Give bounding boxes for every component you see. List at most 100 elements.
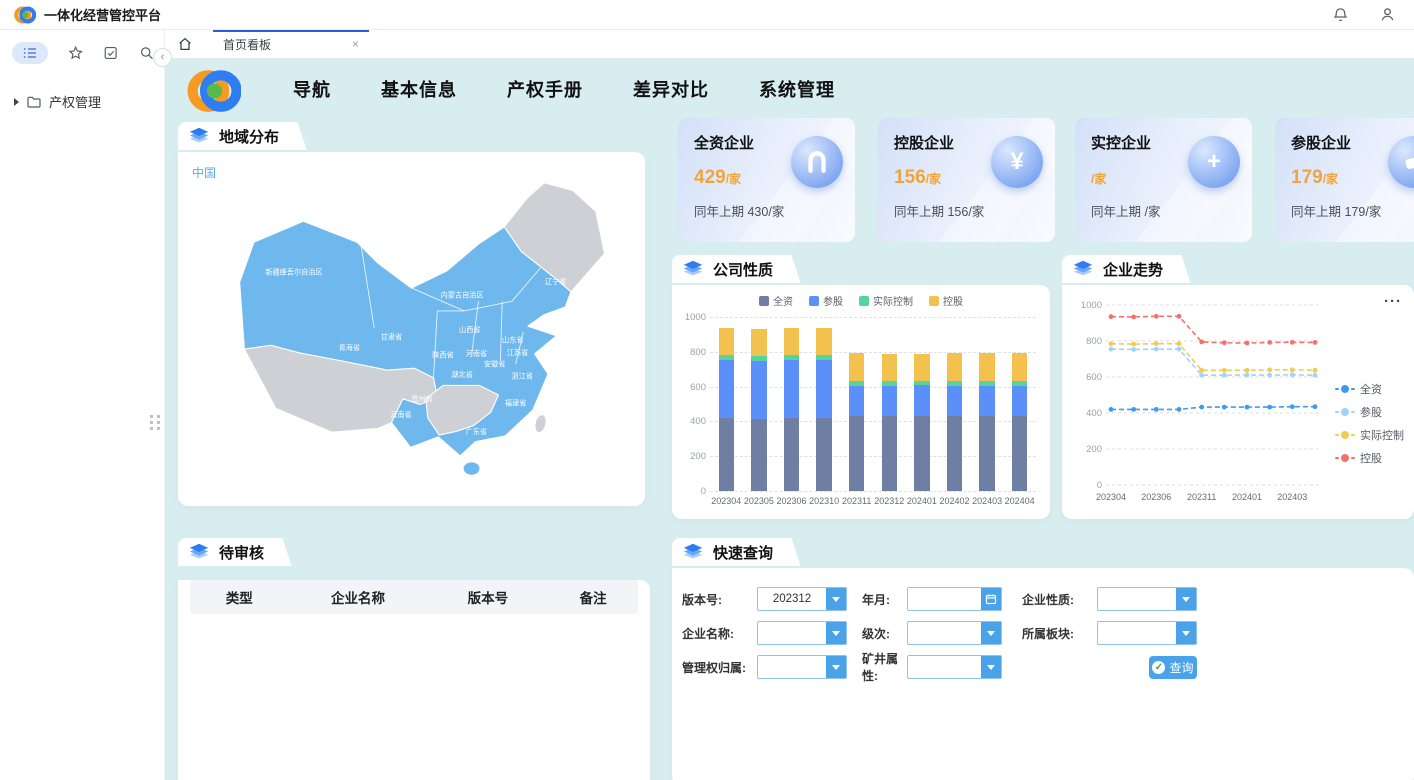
bar-segment (751, 356, 767, 360)
layers-icon (188, 541, 210, 563)
data-point (1290, 367, 1295, 372)
search-icon[interactable] (139, 45, 154, 61)
data-point (1313, 404, 1318, 409)
stat-unit: /家 (1091, 172, 1106, 186)
table-header-row: 类型 企业名称 版本号 备注 (190, 580, 638, 614)
bar-segment (882, 416, 898, 491)
nature-select-value (1098, 588, 1176, 610)
nav-item-diff-compare[interactable]: 差异对比 (633, 76, 709, 102)
map-breadcrumb[interactable]: 中国 (192, 164, 216, 181)
topbar-actions (1332, 6, 1400, 23)
bar-segment (947, 353, 963, 380)
home-icon[interactable] (177, 36, 193, 52)
calendar-icon[interactable] (981, 588, 1001, 610)
data-point (1154, 314, 1159, 319)
china-map[interactable]: 新疆维吾尔自治区 青海省 甘肃省 内蒙古自治区 辽宁省 山西省 山东省 陕西省 … (178, 158, 645, 502)
data-point (1222, 340, 1227, 345)
sector-select[interactable] (1097, 621, 1197, 645)
legend-item[interactable]: 控股 (929, 293, 963, 308)
star-icon[interactable] (68, 45, 83, 61)
stat-card-holding[interactable]: 控股企业 156/家 同年上期 156/家 ¥ (878, 118, 1055, 242)
chevron-down-icon[interactable] (826, 656, 846, 678)
dashboard-logo-icon (187, 64, 241, 118)
legend-swatch (929, 296, 939, 306)
edit-check-icon[interactable] (103, 45, 118, 61)
legend-item[interactable]: 参股 (1335, 404, 1404, 420)
app-logo-icon (14, 4, 36, 26)
legend-item[interactable]: 参股 (809, 293, 843, 308)
authority-select[interactable] (757, 655, 847, 679)
legend-item[interactable]: 全资 (1335, 381, 1404, 397)
data-point (1222, 368, 1227, 373)
stat-prev-period: 同年上期 /家 (1091, 201, 1238, 220)
caret-right-icon[interactable] (14, 98, 19, 106)
chevron-down-icon[interactable] (981, 622, 1001, 644)
nav-item-system-admin[interactable]: 系统管理 (759, 76, 835, 102)
legend-label: 控股 (943, 293, 963, 308)
nav-item-basic-info[interactable]: 基本信息 (381, 76, 457, 102)
data-point (1245, 368, 1250, 373)
bell-icon[interactable] (1332, 6, 1349, 23)
legend-item[interactable]: 控股 (1335, 450, 1404, 466)
tab-home-dashboard[interactable]: 首页看板 × (213, 30, 369, 58)
level-label: 级次: (862, 625, 907, 642)
version-select-value: 202312 (758, 588, 826, 610)
legend-label: 全资 (773, 293, 793, 308)
chevron-down-icon[interactable] (1176, 622, 1196, 644)
data-point (1154, 407, 1159, 412)
chevron-down-icon[interactable] (981, 656, 1001, 678)
menu-list-tab[interactable] (12, 42, 48, 64)
query-button[interactable]: ✓ 查询 (1149, 656, 1197, 679)
stat-card-equity-participation[interactable]: 参股企业 179/家 同年上期 179/家 (1275, 118, 1414, 242)
tree-item-label: 产权管理 (49, 92, 101, 111)
nature-select[interactable] (1097, 587, 1197, 611)
bar-segment (947, 381, 963, 386)
nature-label: 企业性质: (1022, 591, 1097, 608)
chevron-down-icon[interactable] (826, 622, 846, 644)
company-nature-chart: 全资参股实际控制控股020040060080010002023042023052… (672, 285, 1050, 519)
pending-review-section: 待审核 类型 企业名称 版本号 备注 (178, 538, 650, 780)
svg-text:陕西省: 陕西省 (432, 351, 453, 360)
dashboard-content: 导航 基本信息 产权手册 差异对比 系统管理 地域分布 (165, 58, 1414, 780)
legend-swatch (809, 296, 819, 306)
version-label: 版本号: (682, 591, 757, 608)
nav-item-property-manual[interactable]: 产权手册 (507, 76, 583, 102)
legend-item[interactable]: 实际控制 (1335, 427, 1404, 443)
column-header-type: 类型 (190, 587, 289, 607)
stat-card-actual-control[interactable]: 实控企业 /家 同年上期 /家 + (1075, 118, 1252, 242)
app-title: 一体化经营管控平台 (44, 5, 161, 24)
panel-drag-handle[interactable] (150, 415, 162, 430)
more-menu-icon[interactable]: ··· (1384, 293, 1402, 310)
bar-segment (784, 328, 800, 354)
legend-item[interactable]: 全资 (759, 293, 793, 308)
legend-item[interactable]: 实际控制 (859, 293, 913, 308)
data-point (1222, 373, 1227, 378)
x-axis-tick: 202404 (997, 496, 1042, 506)
bar-segment (784, 418, 800, 491)
chevron-down-icon[interactable] (826, 588, 846, 610)
data-point (1267, 340, 1272, 345)
y-axis-tick: 400 (1070, 408, 1102, 419)
legend-swatch (759, 296, 769, 306)
level-select[interactable] (907, 621, 1002, 645)
sidebar-collapse-button[interactable]: ‹ (153, 48, 172, 67)
chevron-down-icon[interactable] (1176, 588, 1196, 610)
data-point (1199, 373, 1204, 378)
sidebar-item-property-management[interactable]: 产权管理 (14, 92, 154, 111)
data-point (1245, 373, 1250, 378)
svg-text:山西省: 山西省 (459, 325, 480, 334)
month-input[interactable] (908, 588, 981, 610)
bar-segment (1012, 353, 1028, 380)
nav-item-navigation[interactable]: 导航 (293, 76, 331, 102)
company-name-select[interactable] (757, 621, 847, 645)
close-icon[interactable]: × (352, 37, 359, 51)
svg-text:福建省: 福建省 (505, 398, 526, 407)
bar-segment (751, 329, 767, 356)
mine-select[interactable] (907, 655, 1002, 679)
data-point (1245, 341, 1250, 346)
version-select[interactable]: 202312 (757, 587, 847, 611)
y-axis-tick: 1000 (1070, 300, 1102, 311)
stat-card-wholly-owned[interactable]: 全资企业 429/家 同年上期 430/家 (678, 118, 855, 242)
china-map-panel: 中国 新疆维吾尔自治区 (178, 152, 645, 506)
user-icon[interactable] (1379, 6, 1396, 23)
